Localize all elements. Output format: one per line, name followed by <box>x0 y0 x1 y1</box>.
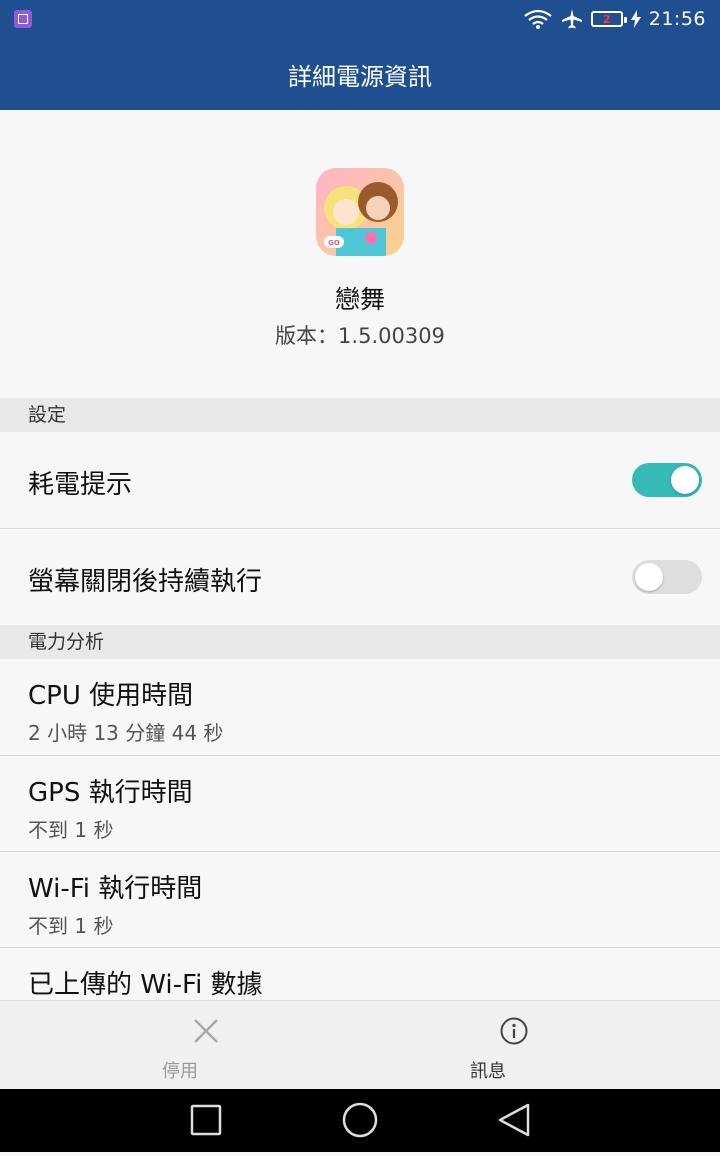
app-bar: 詳細電源資訊 <box>0 38 720 110</box>
cpu-time-value: 2 小時 13 分鐘 44 秒 <box>28 721 224 745</box>
info-icon <box>500 1017 528 1045</box>
home-button[interactable] <box>320 1089 400 1152</box>
gps-time-row: GPS 執行時間 不到 1 秒 <box>0 756 720 852</box>
airplane-mode-icon <box>561 8 583 30</box>
page-title: 詳細電源資訊 <box>288 62 432 91</box>
toggle-knob <box>671 466 699 494</box>
cpu-time-label: CPU 使用時間 <box>28 681 194 711</box>
status-icons: 2 21:56 <box>523 6 706 32</box>
info-label: 訊息 <box>470 1061 506 1082</box>
close-icon <box>192 1017 220 1045</box>
disable-label: 停用 <box>162 1061 198 1082</box>
status-bar: 2 21:56 <box>0 0 720 38</box>
cpu-time-row: CPU 使用時間 2 小時 13 分鐘 44 秒 <box>0 659 720 756</box>
svg-text:GO: GO <box>328 239 340 247</box>
app-icon: GO <box>316 168 404 256</box>
info-button[interactable]: 訊息 <box>334 1001 694 1090</box>
power-hint-row[interactable]: 耗電提示 <box>0 432 720 529</box>
wifi-time-value: 不到 1 秒 <box>28 914 114 938</box>
app-version: 版本：1.5.00309 <box>275 324 445 348</box>
battery-level: 2 <box>602 12 611 26</box>
bottom-action-bar: 停用 訊息 <box>0 1000 720 1089</box>
navigation-bar <box>0 1089 720 1152</box>
app-name: 戀舞 <box>334 285 385 314</box>
wifi-upload-label: 已上傳的 Wi-Fi 數據 <box>28 970 263 1000</box>
clock: 21:56 <box>648 8 706 30</box>
keep-running-row[interactable]: 螢幕關閉後持續執行 <box>0 529 720 625</box>
power-hint-toggle[interactable] <box>632 463 702 497</box>
wifi-icon <box>523 8 553 30</box>
wifi-upload-row: 已上傳的 Wi-Fi 數據 <box>0 948 720 1000</box>
back-button[interactable] <box>474 1089 554 1152</box>
charging-icon <box>630 10 641 28</box>
image-notification-icon <box>14 10 32 28</box>
gps-time-label: GPS 執行時間 <box>28 778 193 808</box>
wifi-time-label: Wi-Fi 執行時間 <box>28 874 203 904</box>
power-hint-label: 耗電提示 <box>28 470 133 500</box>
section-header-power-analysis: 電力分析 <box>0 625 720 659</box>
recent-apps-button[interactable] <box>166 1089 246 1152</box>
keep-running-label: 螢幕關閉後持續執行 <box>28 567 263 597</box>
toggle-knob <box>635 563 663 591</box>
app-header: GO 戀舞 版本：1.5.00309 <box>0 110 720 398</box>
gps-time-value: 不到 1 秒 <box>28 818 114 842</box>
keep-running-toggle[interactable] <box>632 560 702 594</box>
section-header-settings: 設定 <box>0 398 720 432</box>
wifi-time-row: Wi-Fi 執行時間 不到 1 秒 <box>0 852 720 948</box>
battery-icon: 2 <box>590 11 627 27</box>
